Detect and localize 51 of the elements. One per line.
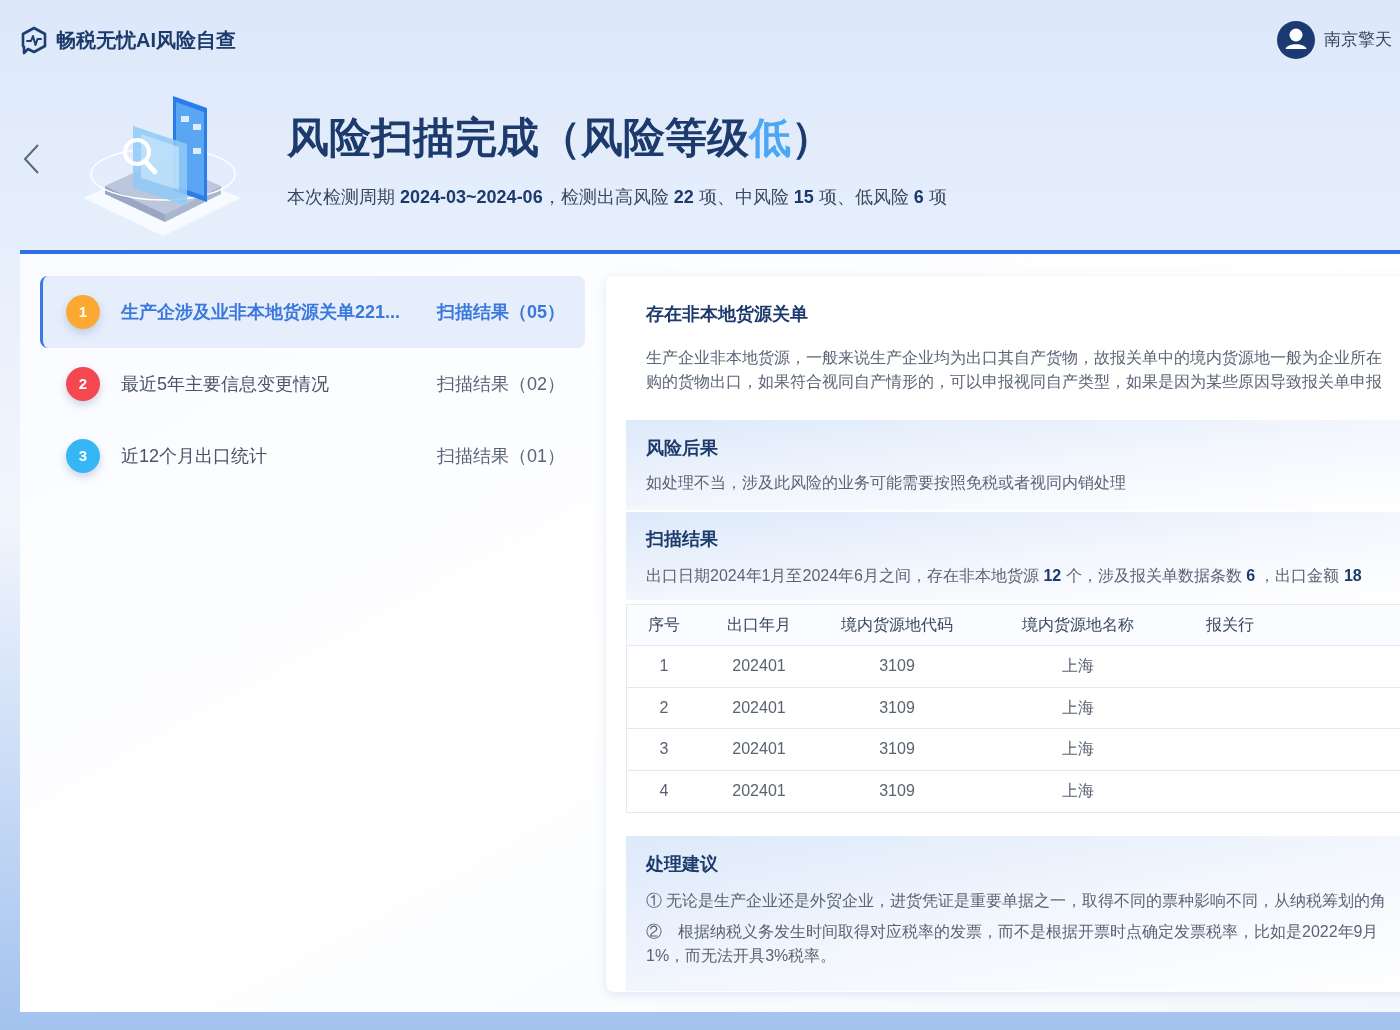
table-cell-text: 1	[658, 656, 670, 677]
advice-text: ① 无论是生产企业还是外贸企业，进货凭证是重要单据之一，取得不同的票种影响不同，从纳税筹划的角	[646, 891, 1388, 911]
section-heading: 存在非本地货源关单	[646, 304, 809, 324]
column-header: 境内货源地名称	[1021, 615, 1135, 635]
risk-item[interactable]: 1 生产企涉及业非本地货源关单221... 扫描结果（05）	[40, 276, 585, 348]
section-heading: 风险后果	[646, 438, 719, 458]
column-header: 报关行	[1205, 615, 1255, 635]
table-cell-text: 上海	[1061, 697, 1095, 718]
table-cell-text: 3109	[878, 656, 916, 677]
advice-text: 1%，而无法开具3%税率。	[646, 946, 838, 966]
risk-item-title: 近12个月出口统计	[121, 444, 268, 468]
number-badge: 1	[66, 295, 100, 329]
table-cell-text: 3109	[878, 781, 916, 802]
table-cell-text: 4	[658, 781, 670, 802]
table-cell-text: 上海	[1061, 656, 1095, 677]
consequence-text: 如处理不当，涉及此风险的业务可能需要按照免税或者视同内销处理	[646, 473, 1127, 493]
table-cell-text: 3	[658, 739, 670, 760]
section-heading: 扫描结果	[646, 529, 719, 549]
table-cell-text: 202401	[731, 739, 787, 760]
table-cell-text: 202401	[731, 781, 787, 802]
hexagon-logo-icon	[20, 25, 48, 55]
column-header: 境内货源地代码	[840, 615, 954, 635]
user-avatar-icon	[1277, 21, 1315, 59]
section-heading: 处理建议	[646, 854, 719, 874]
advice-text: ② 根据纳税义务发生时间取得对应税率的发票，而不是根据开票时点确定发票税率，比如是2022年9月	[646, 922, 1380, 942]
number-badge: 3	[66, 439, 100, 473]
table-cell-text: 202401	[731, 697, 787, 718]
scan-result-count: 扫描结果（02）	[436, 372, 565, 396]
scan-result-count: 扫描结果（01）	[436, 444, 565, 468]
scan-result-summary: 出口日期2024年1月至2024年6月之间，存在非本地货源 12 个，涉及报关单数据条数 6 ，出口金额 18	[646, 566, 1362, 586]
scan-summary: 本次检测周期 2024-03~2024-06，检测出高风险 22 项、中风险 15 项、低风险 6 项	[287, 186, 947, 209]
chevron-left-icon	[22, 143, 40, 175]
risk-item[interactable]: 2 最近5年主要信息变更情况 扫描结果（02）	[40, 348, 585, 420]
page-title: 风险扫描完成（风险等级低）	[287, 113, 834, 163]
description-text: 购的货物出口，如果符合视同自产情形的，可以申报视同自产类型，如果是因为某些原因导致报关单申报	[646, 372, 1383, 392]
user-menu-button[interactable]: 南京擎天	[1277, 21, 1392, 59]
scan-result-count: 扫描结果（05）	[436, 300, 565, 324]
app-title: 畅税无忧AI风险自查	[56, 28, 236, 53]
table-cell-text: 202401	[731, 656, 787, 677]
description-text: 生产企业非本地货源，一般来说生产企业均为出口其自产货物，故报关单中的境内货源地一般为企业所在	[646, 348, 1383, 368]
risk-item-title: 最近5年主要信息变更情况	[121, 372, 329, 396]
risk-item-title: 生产企涉及业非本地货源关单221...	[121, 300, 401, 324]
table-cell-text: 上海	[1061, 739, 1095, 760]
risk-item[interactable]: 3 近12个月出口统计 扫描结果（01）	[40, 420, 585, 492]
column-header: 出口年月	[726, 615, 792, 635]
column-header: 序号	[647, 615, 681, 635]
table-cell-text: 3109	[878, 697, 916, 718]
table-cell-text: 3109	[878, 739, 916, 760]
table-cell-text: 2	[658, 697, 670, 718]
number-badge: 2	[66, 367, 100, 401]
table-cell-text: 上海	[1061, 781, 1095, 802]
